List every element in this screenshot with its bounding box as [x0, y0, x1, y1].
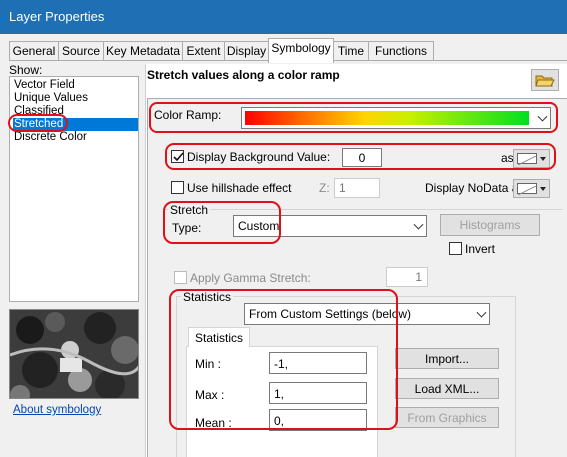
- title-bar: Layer Properties: [0, 0, 567, 34]
- gamma-value-input[interactable]: 1: [386, 267, 428, 287]
- dropdown-arrow-icon: [540, 187, 546, 191]
- folder-open-icon: [535, 75, 555, 91]
- tab-source[interactable]: Source: [58, 41, 104, 61]
- invert-checkbox[interactable]: [449, 242, 462, 255]
- highlight-background-value: [165, 143, 556, 170]
- about-symbology-link[interactable]: About symbology: [13, 404, 101, 416]
- z-factor-input[interactable]: 1: [334, 178, 380, 198]
- hillshade-label: Use hillshade effect: [187, 181, 292, 195]
- tab-key-metadata[interactable]: Key Metadata: [103, 41, 183, 61]
- invert-label: Invert: [465, 242, 496, 256]
- show-label: Show:: [9, 63, 43, 77]
- import-button[interactable]: Import...: [395, 348, 499, 369]
- list-item-vector-field[interactable]: Vector Field: [14, 79, 75, 92]
- load-xml-button[interactable]: Load XML...: [395, 378, 499, 399]
- tab-symbology[interactable]: Symbology: [268, 38, 334, 63]
- gamma-stretch-label: Apply Gamma Stretch:: [190, 271, 311, 285]
- hillshade-checkbox[interactable]: [171, 181, 184, 194]
- renderer-list[interactable]: Vector Field Unique Values Classified St…: [9, 76, 139, 302]
- panel-heading: Stretch values along a color ramp: [147, 68, 340, 82]
- nodata-color-picker[interactable]: [513, 179, 550, 198]
- tab-functions[interactable]: Functions: [368, 41, 434, 61]
- chevron-down-icon: [476, 307, 487, 318]
- list-item-unique-values[interactable]: Unique Values: [14, 92, 88, 105]
- no-color-swatch-icon: [517, 183, 537, 196]
- from-graphics-button[interactable]: From Graphics: [395, 407, 499, 428]
- chevron-down-icon: [413, 219, 424, 230]
- highlight-color-ramp: [149, 102, 558, 133]
- highlight-stretched: [8, 114, 68, 132]
- tab-display[interactable]: Display: [224, 41, 269, 61]
- tab-time[interactable]: Time: [333, 41, 369, 61]
- open-layer-file-button[interactable]: [531, 69, 559, 91]
- tab-general[interactable]: General: [9, 41, 59, 61]
- gamma-stretch-checkbox[interactable]: [174, 271, 187, 284]
- window-title: Layer Properties: [9, 9, 105, 24]
- tab-extent[interactable]: Extent: [182, 41, 225, 61]
- nodata-label: Display NoData as: [425, 181, 525, 195]
- histograms-button[interactable]: Histograms: [440, 214, 540, 236]
- highlight-stretch-type: [163, 201, 281, 244]
- z-factor-label: Z:: [319, 181, 330, 195]
- list-item-discrete-color[interactable]: Discrete Color: [14, 131, 87, 144]
- symbology-preview-image: [9, 309, 139, 399]
- highlight-statistics: [169, 289, 398, 430]
